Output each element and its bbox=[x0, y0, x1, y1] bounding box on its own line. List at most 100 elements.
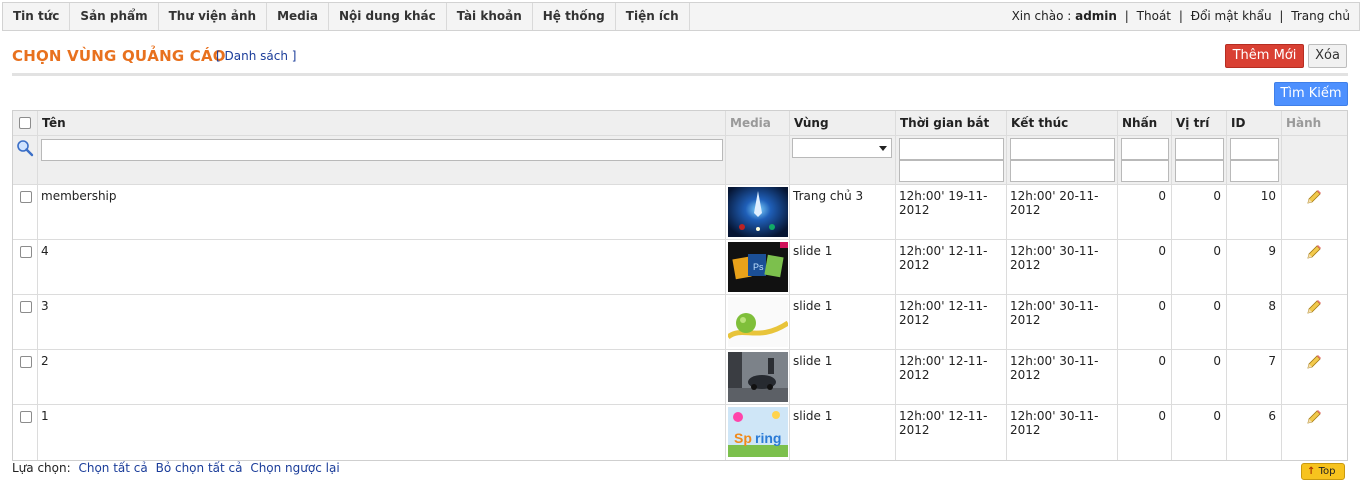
row-checkbox-cell bbox=[13, 350, 38, 404]
filter-position-to-input[interactable] bbox=[1175, 160, 1224, 182]
arrow-up-icon: ↑ bbox=[1307, 466, 1316, 477]
cell-start-time: 12h:00' 12-11-2012 bbox=[896, 350, 1007, 404]
menu-item-news[interactable]: Tin tức bbox=[3, 3, 71, 30]
cell-actions bbox=[1282, 295, 1349, 349]
username: admin bbox=[1075, 9, 1117, 23]
column-header-position[interactable]: Vị trí bbox=[1172, 111, 1227, 135]
cell-zone: Trang chủ 3 bbox=[790, 185, 896, 239]
cell-id: 6 bbox=[1227, 405, 1282, 460]
separator: | bbox=[1279, 9, 1284, 23]
cell-start-time: 12h:00' 12-11-2012 bbox=[896, 405, 1007, 460]
filter-actions-cell bbox=[1282, 136, 1349, 184]
adobe-icons-image[interactable]: Ps bbox=[728, 242, 788, 292]
filter-id-from-input[interactable] bbox=[1230, 138, 1279, 160]
menu-item-media[interactable]: Media bbox=[267, 3, 329, 30]
menu-item-other-content[interactable]: Nội dung khác bbox=[329, 3, 447, 30]
menu-item-accounts[interactable]: Tài khoản bbox=[447, 3, 533, 30]
cell-position: 0 bbox=[1172, 350, 1227, 404]
filter-clicks-from-input[interactable] bbox=[1121, 138, 1169, 160]
pencil-edit-icon[interactable] bbox=[1306, 299, 1322, 315]
pencil-edit-icon[interactable] bbox=[1306, 244, 1322, 260]
column-header-clicks[interactable]: Nhấn bbox=[1118, 111, 1172, 135]
cell-end-time: 12h:00' 20-11-2012 bbox=[1007, 185, 1118, 239]
filter-name-cell bbox=[38, 136, 726, 184]
column-header-zone[interactable]: Vùng bbox=[790, 111, 896, 135]
magnifier-icon bbox=[17, 140, 34, 157]
column-header-end-time[interactable]: Kết thúc bbox=[1007, 111, 1118, 135]
row-checkbox-cell bbox=[13, 295, 38, 349]
cell-name: 2 bbox=[38, 350, 726, 404]
cell-clicks: 0 bbox=[1118, 240, 1172, 294]
svg-text:ring: ring bbox=[755, 430, 781, 446]
filter-media-cell bbox=[726, 136, 790, 184]
row-checkbox[interactable] bbox=[20, 356, 32, 368]
svg-text:Sp: Sp bbox=[734, 430, 752, 446]
cell-position: 0 bbox=[1172, 295, 1227, 349]
car-street-image[interactable] bbox=[728, 352, 788, 402]
row-checkbox[interactable] bbox=[20, 301, 32, 313]
cell-zone: slide 1 bbox=[790, 295, 896, 349]
cell-actions bbox=[1282, 405, 1349, 460]
filter-zone-select[interactable] bbox=[792, 138, 892, 158]
filter-clicks-cell bbox=[1118, 136, 1172, 184]
selection-label: Lựa chọn: bbox=[12, 461, 71, 475]
column-header-start-time[interactable]: Thời gian bắt đầu bbox=[896, 111, 1007, 154]
select-all-checkbox[interactable] bbox=[19, 117, 31, 129]
menu-item-system[interactable]: Hệ thống bbox=[533, 3, 616, 30]
filter-clicks-to-input[interactable] bbox=[1121, 160, 1169, 182]
filter-end-from-input[interactable] bbox=[1010, 138, 1115, 160]
user-bar: Xin chào : admin | Thoát | Đổi mật khẩu … bbox=[1012, 3, 1350, 30]
table-row: 1 Sp ring slide 1 12h:00' 12-11-2012 12h… bbox=[13, 405, 1347, 460]
invert-selection-link[interactable]: Chọn ngược lại bbox=[250, 461, 339, 475]
cell-media bbox=[726, 295, 790, 349]
cell-id: 10 bbox=[1227, 185, 1282, 239]
filter-icon-cell bbox=[13, 136, 38, 184]
spring-text-image[interactable]: Sp ring bbox=[728, 407, 788, 457]
filter-start-from-input[interactable] bbox=[899, 138, 1004, 160]
cell-clicks: 0 bbox=[1118, 295, 1172, 349]
deselect-all-link[interactable]: Bỏ chọn tất cả bbox=[156, 461, 243, 475]
delete-button[interactable]: Xóa bbox=[1308, 44, 1347, 68]
cell-clicks: 0 bbox=[1118, 185, 1172, 239]
pencil-edit-icon[interactable] bbox=[1306, 409, 1322, 425]
pencil-edit-icon[interactable] bbox=[1306, 354, 1322, 370]
cell-zone: slide 1 bbox=[790, 240, 896, 294]
column-header-name[interactable]: Tên bbox=[38, 111, 726, 135]
space-image[interactable] bbox=[728, 187, 788, 237]
change-password-link[interactable]: Đổi mật khẩu bbox=[1191, 9, 1272, 23]
filter-id-to-input[interactable] bbox=[1230, 160, 1279, 182]
add-new-button[interactable]: Thêm Mới bbox=[1225, 44, 1304, 68]
cell-position: 0 bbox=[1172, 405, 1227, 460]
menu-item-utilities[interactable]: Tiện ích bbox=[616, 3, 690, 30]
menu-item-products[interactable]: Sản phẩm bbox=[70, 3, 159, 30]
column-header-media: Media bbox=[726, 111, 790, 135]
separator: | bbox=[1178, 9, 1183, 23]
row-checkbox[interactable] bbox=[20, 411, 32, 423]
divider bbox=[12, 73, 1348, 76]
filter-position-from-input[interactable] bbox=[1175, 138, 1224, 160]
home-link[interactable]: Trang chủ bbox=[1291, 9, 1350, 23]
filter-end-cell bbox=[1007, 136, 1118, 184]
menu-item-gallery[interactable]: Thư viện ảnh bbox=[159, 3, 268, 30]
table-header: Tên Media Vùng Thời gian bắt đầu Kết thú… bbox=[13, 111, 1347, 154]
select-all-link[interactable]: Chọn tất cả bbox=[78, 461, 147, 475]
column-header-id[interactable]: ID bbox=[1227, 111, 1282, 135]
filter-row bbox=[13, 136, 1347, 185]
search-button[interactable]: Tìm Kiếm bbox=[1274, 82, 1348, 106]
filter-start-to-input[interactable] bbox=[899, 160, 1004, 182]
apple-tape-image[interactable] bbox=[728, 297, 788, 347]
list-link[interactable]: [ Danh sách ] bbox=[216, 49, 296, 63]
row-checkbox[interactable] bbox=[20, 191, 32, 203]
back-to-top-button[interactable]: ↑ Top bbox=[1301, 463, 1345, 480]
cell-clicks: 0 bbox=[1118, 405, 1172, 460]
cell-name: 4 bbox=[38, 240, 726, 294]
logout-link[interactable]: Thoát bbox=[1137, 9, 1171, 23]
page-title: CHỌN VÙNG QUẢNG CÁO bbox=[12, 47, 226, 65]
filter-end-to-input[interactable] bbox=[1010, 160, 1115, 182]
ads-table: Tên Media Vùng Thời gian bắt đầu Kết thú… bbox=[12, 110, 1348, 461]
cell-actions bbox=[1282, 185, 1349, 239]
cell-id: 9 bbox=[1227, 240, 1282, 294]
row-checkbox[interactable] bbox=[20, 246, 32, 258]
pencil-edit-icon[interactable] bbox=[1306, 189, 1322, 205]
filter-name-input[interactable] bbox=[41, 139, 723, 161]
